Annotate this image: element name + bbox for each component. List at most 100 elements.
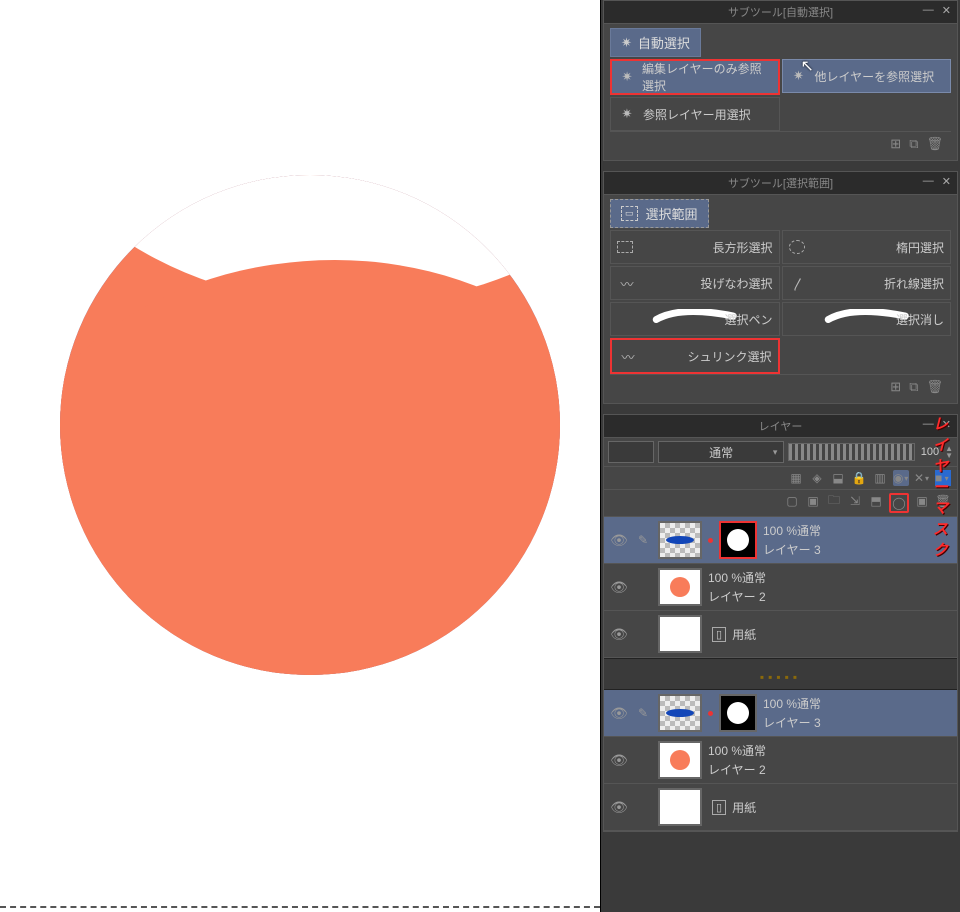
layer-row[interactable]: 👁 100 %通常レイヤー 2 xyxy=(604,737,957,784)
shrink-icon: 〰 xyxy=(618,347,638,366)
tool-rect-select[interactable]: 長方形選択 xyxy=(610,230,780,264)
panel-title: サブツール[選択範囲] xyxy=(728,175,833,191)
wand-icon: ✷ xyxy=(621,35,632,51)
selection-rect-icon: ▭ xyxy=(621,206,638,221)
layer-text: 100 %通常レイヤー 3 xyxy=(763,695,821,731)
layer-name: レイヤー 3 xyxy=(763,541,821,558)
visibility-icon[interactable]: 👁 xyxy=(610,626,628,643)
panel-header-selection[interactable]: サブツール[選択範囲] — ✕ xyxy=(604,172,957,195)
visibility-icon[interactable]: 👁 xyxy=(610,752,628,769)
minimize-icon[interactable]: — xyxy=(923,4,934,17)
duplicate-icon[interactable]: ⧉ xyxy=(909,136,918,152)
layer-mode: 100 %通常 xyxy=(708,742,766,759)
close-icon[interactable]: ✕ xyxy=(942,4,951,17)
dropdown-icon[interactable]: ▥ xyxy=(872,470,888,486)
layer-text: 用紙 xyxy=(732,626,756,643)
layer-list-a: 👁 ✎ 100 %通常レイヤー 3 👁 100 %通常レイヤー 2 👁 ▯ 用紙 xyxy=(604,517,957,658)
layer-text: 100 %通常レイヤー 3 xyxy=(763,522,821,558)
artwork-circle xyxy=(60,175,560,675)
layer-row[interactable]: 👁 ✎ 100 %通常レイヤー 3 xyxy=(604,517,957,564)
tool-shrink-select[interactable]: 〰 シュリンク選択 xyxy=(610,338,780,374)
layer-row[interactable]: 👁 100 %通常レイヤー 2 xyxy=(604,564,957,611)
polyline-icon: 〳 xyxy=(789,274,809,293)
mask-thumb[interactable] xyxy=(719,521,757,559)
wand-icon: ✷ xyxy=(618,69,636,85)
panel-header-layers[interactable]: レイヤー — ✕ xyxy=(604,415,957,438)
tool-label: 他レイヤーを参照選択 xyxy=(815,68,935,85)
delete-icon[interactable]: 🗑 xyxy=(926,379,943,395)
link-dot-icon xyxy=(708,711,713,716)
layer-name: レイヤー 2 xyxy=(708,761,766,778)
new-vector-icon[interactable]: ▣ xyxy=(805,493,821,509)
edit-icon: ✎ xyxy=(634,706,652,720)
tool-select-erase[interactable]: 選択消し xyxy=(782,302,952,336)
draft-icon[interactable]: ⬓ xyxy=(830,470,846,486)
tab-label: 選択範囲 xyxy=(646,204,698,223)
layer-list-b: 👁 ✎ 100 %通常レイヤー 3 👁 100 %通常レイヤー 2 👁▯用紙 xyxy=(604,690,957,831)
new-icon[interactable]: ⊞ xyxy=(890,136,901,152)
panel-toolbar: ⊞ ⧉ 🗑 xyxy=(610,374,951,399)
tool-edit-layer-only[interactable]: ✷ 編集レイヤーのみ参照選択 xyxy=(610,59,780,95)
tab-auto-select[interactable]: ✷ 自動選択 xyxy=(610,28,701,57)
duplicate-icon[interactable]: ⧉ xyxy=(909,379,918,395)
tool-label: 折れ線選択 xyxy=(884,275,944,292)
tool-select-pen[interactable]: 選択ペン xyxy=(610,302,780,336)
tool-ref-layer[interactable]: ✷ 参照レイヤー用選択 xyxy=(610,97,780,131)
panel-layers: レイヤー — ✕ 通常 100 ▲▼ ▦ ◈ ⬓ 🔒 ▥ ◉▾ ✕▾ xyxy=(603,414,958,832)
ref-icon[interactable]: ◈ xyxy=(809,470,825,486)
visibility-icon[interactable]: 👁 xyxy=(610,705,628,722)
layer-row[interactable]: 👁 ✎ 100 %通常レイヤー 3 xyxy=(604,690,957,737)
panel-toolbar: ⊞ ⧉ 🗑 xyxy=(610,131,951,156)
delete-icon[interactable]: 🗑 xyxy=(926,136,943,152)
layer-name: 用紙 xyxy=(732,626,756,643)
visibility-icon[interactable]: 👁 xyxy=(610,532,628,549)
visibility-icon[interactable]: 👁 xyxy=(610,799,628,816)
clip-icon[interactable]: ▦ xyxy=(788,470,804,486)
new-folder-icon[interactable]: 🗀 xyxy=(826,493,842,509)
layer-actions-row-1: ▦ ◈ ⬓ 🔒 ▥ ◉▾ ✕▾ ■▾ xyxy=(604,467,957,490)
layer-name: レイヤー 2 xyxy=(708,588,766,605)
new-icon[interactable]: ⊞ xyxy=(890,379,901,395)
visibility-icon[interactable]: 👁 xyxy=(610,579,628,596)
apply-mask-icon[interactable]: ▣ xyxy=(914,493,930,509)
tool-label: 選択ペン xyxy=(724,311,772,328)
palette-color-swatch[interactable] xyxy=(608,441,654,463)
link-dot-icon xyxy=(708,538,713,543)
layer-mask-icon[interactable]: ◯ xyxy=(889,493,909,513)
new-raster-icon[interactable]: ▢ xyxy=(784,493,800,509)
ruler-icon[interactable]: ✕▾ xyxy=(914,470,930,486)
panel-header-auto-select[interactable]: サブツール[自動選択] — ✕ xyxy=(604,1,957,24)
merge-icon[interactable]: ⬒ xyxy=(868,493,884,509)
layer-row[interactable]: 👁▯用紙 xyxy=(604,784,957,831)
edit-icon: ✎ xyxy=(634,533,652,547)
close-icon[interactable]: ✕ xyxy=(942,175,951,188)
layer-row[interactable]: 👁 ▯ 用紙 xyxy=(604,611,957,658)
tool-label: 楕円選択 xyxy=(896,239,944,256)
mask-thumb[interactable] xyxy=(719,694,757,732)
tool-lasso-select[interactable]: 〰 投げなわ選択 xyxy=(610,266,780,300)
panel-selection: サブツール[選択範囲] — ✕ ▭ 選択範囲 長方形選択 楕円選 xyxy=(603,171,958,404)
transfer-icon[interactable]: ⇲ xyxy=(847,493,863,509)
tool-polyline-select[interactable]: 〳 折れ線選択 xyxy=(782,266,952,300)
layer-group-separator[interactable]: ▪▪▪▪▪ xyxy=(604,658,957,690)
panel-title: レイヤー xyxy=(759,418,803,434)
canvas-area[interactable] xyxy=(0,0,601,912)
layer-mode: 100 %通常 xyxy=(708,569,766,586)
lock-icon[interactable]: 🔒 xyxy=(851,470,867,486)
layer-thumb xyxy=(658,788,702,826)
tab-selection[interactable]: ▭ 選択範囲 xyxy=(610,199,709,228)
wand-icon: ✷ xyxy=(789,68,809,84)
minimize-icon[interactable]: — xyxy=(923,175,934,188)
layer-thumb xyxy=(658,694,702,732)
opacity-slider[interactable] xyxy=(788,443,914,461)
mask-mode-icon[interactable]: ◉▾ xyxy=(893,470,909,486)
tab-label: 自動選択 xyxy=(638,33,690,52)
selection-marquee xyxy=(0,906,600,908)
tool-ellipse-select[interactable]: 楕円選択 xyxy=(782,230,952,264)
layer-text: 100 %通常レイヤー 2 xyxy=(708,742,766,778)
tool-other-layers[interactable]: ✷ 他レイヤーを参照選択 ↖ xyxy=(782,59,952,93)
tool-label: 編集レイヤーのみ参照選択 xyxy=(642,60,771,94)
blend-mode-select[interactable]: 通常 xyxy=(658,441,784,463)
ellipse-icon xyxy=(789,240,805,254)
paper-icon: ▯ xyxy=(712,627,726,642)
